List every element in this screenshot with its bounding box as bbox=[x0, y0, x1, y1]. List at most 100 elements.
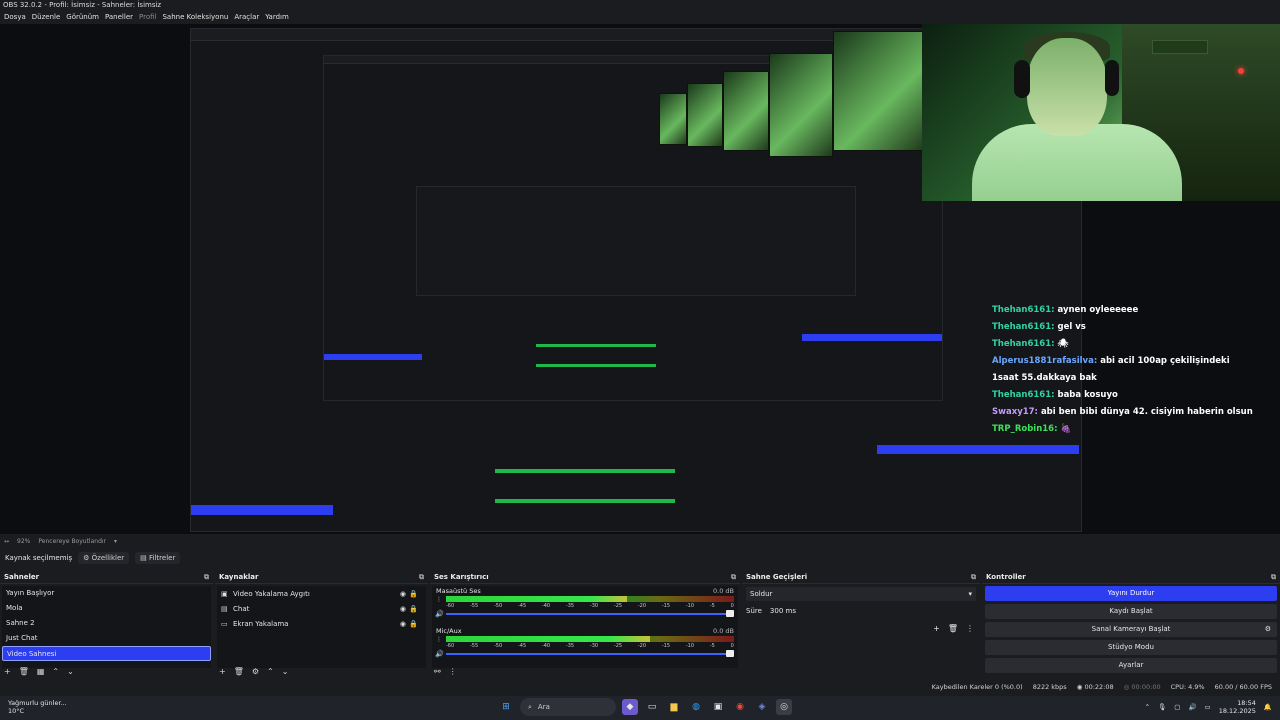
volume-icon[interactable]: 🔊 bbox=[1188, 703, 1196, 711]
recursive-meter-2 bbox=[536, 364, 656, 367]
menu-araclar[interactable]: Araçlar bbox=[231, 11, 262, 24]
microphone-icon[interactable]: 🎙 bbox=[1158, 703, 1166, 711]
start-recording-button[interactable]: Kaydı Başlat bbox=[985, 604, 1277, 619]
transitions-header: Sahne Geçişleri ⧉ bbox=[742, 570, 980, 584]
source-item[interactable]: ▤ Chat ◉ 🔒 bbox=[217, 601, 426, 616]
chat-icon: ▤ bbox=[221, 604, 228, 613]
menu-paneller[interactable]: Paneller bbox=[102, 11, 136, 24]
edge-icon[interactable]: ◍ bbox=[688, 699, 704, 715]
menu-dosya[interactable]: Dosya bbox=[1, 11, 29, 24]
menu-bar: Dosya Düzenle Görünüm Paneller Profil Sa… bbox=[0, 11, 292, 24]
menu-duzenle[interactable]: Düzenle bbox=[29, 11, 64, 24]
windows-start-icon[interactable]: ⊞ bbox=[498, 699, 514, 715]
recursive-webcam-4 bbox=[687, 83, 723, 147]
stop-streaming-button[interactable]: Yayını Durdur bbox=[985, 586, 1277, 601]
volume-slider[interactable] bbox=[446, 650, 734, 657]
add-scene-icon[interactable]: + bbox=[4, 667, 11, 676]
eye-icon[interactable]: ◉ bbox=[400, 590, 406, 598]
transition-select[interactable]: Soldur ▾ bbox=[746, 587, 976, 601]
volume-slider[interactable] bbox=[446, 610, 734, 617]
source-up-icon[interactable]: ⌃ bbox=[267, 667, 274, 676]
zoom-mode[interactable]: Pencereye Boyutlandır bbox=[38, 538, 106, 545]
popout-icon[interactable]: ⧉ bbox=[204, 570, 209, 584]
scene-item[interactable]: Just Chat bbox=[2, 631, 211, 646]
streamer-head bbox=[1027, 38, 1107, 136]
menu-profil[interactable]: Profil bbox=[136, 11, 159, 24]
lock-icon[interactable]: 🔒 bbox=[409, 605, 418, 613]
tick-label: -30 bbox=[589, 603, 599, 609]
scene-filter-icon[interactable]: ▦ bbox=[37, 667, 45, 676]
recursive-meter-big-2 bbox=[495, 499, 675, 503]
chevron-up-icon[interactable]: ⌃ bbox=[1145, 703, 1150, 711]
store-icon[interactable]: ▣ bbox=[710, 699, 726, 715]
chat-text: 🕷 bbox=[1057, 339, 1069, 349]
chrome-icon[interactable]: ◉ bbox=[732, 699, 748, 715]
clock[interactable]: 18:54 18.12.2025 bbox=[1219, 699, 1256, 715]
taskbar-search[interactable]: ⌕ Ara bbox=[520, 698, 616, 716]
scene-item[interactable]: Yayın Başlıyor bbox=[2, 586, 211, 601]
scenes-dock: Sahneler ⧉ Yayın Başlıyor Mola Sahne 2 Just … bbox=[0, 570, 213, 680]
weather-widget[interactable]: Yağmurlu günler... 10°C bbox=[8, 699, 67, 715]
record-time: ◎ 00:00:00 bbox=[1124, 683, 1161, 691]
remove-transition-icon[interactable]: 🗑 bbox=[948, 624, 958, 633]
popout-icon[interactable]: ⧉ bbox=[419, 570, 424, 584]
start-virtual-camera-button[interactable]: Sanal Kamerayı Başlat ⚙ bbox=[985, 622, 1277, 637]
chevron-down-icon[interactable]: ▾ bbox=[114, 538, 117, 545]
source-settings-icon[interactable]: ⚙ bbox=[252, 667, 259, 676]
source-item[interactable]: ▣ Video Yakalama Aygıtı ◉ 🔒 bbox=[217, 586, 426, 601]
channel-menu-icon[interactable]: ⋮ bbox=[436, 636, 442, 643]
zoom-percent[interactable]: 92% bbox=[17, 538, 30, 545]
eye-icon[interactable]: ◉ bbox=[400, 620, 406, 628]
menu-yardim[interactable]: Yardım bbox=[262, 11, 292, 24]
slider-knob[interactable] bbox=[726, 650, 734, 657]
eye-icon[interactable]: ◉ bbox=[400, 605, 406, 613]
settings-button[interactable]: Ayarlar bbox=[985, 658, 1277, 673]
popout-icon[interactable]: ⧉ bbox=[971, 570, 976, 584]
add-source-icon[interactable]: + bbox=[219, 667, 226, 676]
lock-icon[interactable]: 🔒 bbox=[409, 620, 418, 628]
remove-source-icon[interactable]: 🗑 bbox=[234, 667, 244, 676]
remove-scene-icon[interactable]: 🗑 bbox=[19, 667, 29, 676]
menu-sahne-koleksiyonu[interactable]: Sahne Koleksiyonu bbox=[159, 11, 231, 24]
speaker-icon[interactable]: 🔊 bbox=[435, 650, 444, 658]
more-icon[interactable]: ⋮ bbox=[449, 667, 457, 676]
notifications-icon[interactable]: 🔔 bbox=[1264, 703, 1272, 711]
copilot-icon[interactable]: ◆ bbox=[622, 699, 638, 715]
speaker-icon[interactable]: 🔊 bbox=[435, 610, 444, 618]
duration-input[interactable]: 300 ms bbox=[770, 607, 796, 615]
obs-icon[interactable]: ◎ bbox=[776, 699, 792, 715]
popout-icon[interactable]: ⧉ bbox=[731, 570, 736, 584]
slider-knob[interactable] bbox=[726, 610, 734, 617]
stream-time-value: 00:22:08 bbox=[1084, 683, 1114, 691]
filters-button[interactable]: ▤ Filtreler bbox=[135, 552, 181, 564]
weather-title: Yağmurlu günler... bbox=[8, 699, 67, 707]
zoom-arrows-icon[interactable]: ↔ bbox=[4, 538, 9, 545]
lock-icon[interactable]: 🔒 bbox=[409, 590, 418, 598]
discord-icon[interactable]: ◈ bbox=[754, 699, 770, 715]
studio-mode-button[interactable]: Stüdyo Modu bbox=[985, 640, 1277, 655]
preview-canvas[interactable]: Thehan6161: aynen oyleeeeee Thehan6161: g… bbox=[0, 24, 1280, 534]
source-item[interactable]: ▭ Ekran Yakalama ◉ 🔒 bbox=[217, 616, 426, 631]
file-explorer-icon[interactable]: ▆ bbox=[666, 699, 682, 715]
more-icon[interactable]: ⋮ bbox=[966, 624, 974, 633]
window-title: OBS 32.0.2 - Profil: İsimsiz - Sahneler:… bbox=[0, 0, 1280, 11]
properties-button[interactable]: ⚙ Özellikler bbox=[78, 552, 130, 564]
chat-message: TRP_Robin16: 🍇 bbox=[992, 421, 1280, 438]
scene-item[interactable]: Mola bbox=[2, 601, 211, 616]
gear-icon[interactable]: ⚙ bbox=[1265, 622, 1271, 637]
menu-gorunum[interactable]: Görünüm bbox=[63, 11, 102, 24]
scene-up-icon[interactable]: ⌃ bbox=[52, 667, 59, 676]
chat-text: baba kosuyo bbox=[1057, 390, 1118, 400]
network-icon[interactable]: ▢ bbox=[1174, 703, 1180, 711]
source-down-icon[interactable]: ⌄ bbox=[282, 667, 289, 676]
scene-item[interactable]: Video Sahnesi bbox=[2, 646, 211, 661]
channel-menu-icon[interactable]: ⋮ bbox=[436, 596, 442, 603]
scene-item[interactable]: Sahne 2 bbox=[2, 616, 211, 631]
scene-down-icon[interactable]: ⌄ bbox=[67, 667, 74, 676]
task-view-icon[interactable]: ▭ bbox=[644, 699, 660, 715]
volume-meter bbox=[446, 596, 734, 602]
popout-icon[interactable]: ⧉ bbox=[1271, 570, 1276, 584]
add-transition-icon[interactable]: + bbox=[933, 624, 940, 633]
battery-icon[interactable]: ▭ bbox=[1205, 703, 1211, 711]
link-icon[interactable]: ⚯ bbox=[434, 667, 441, 676]
